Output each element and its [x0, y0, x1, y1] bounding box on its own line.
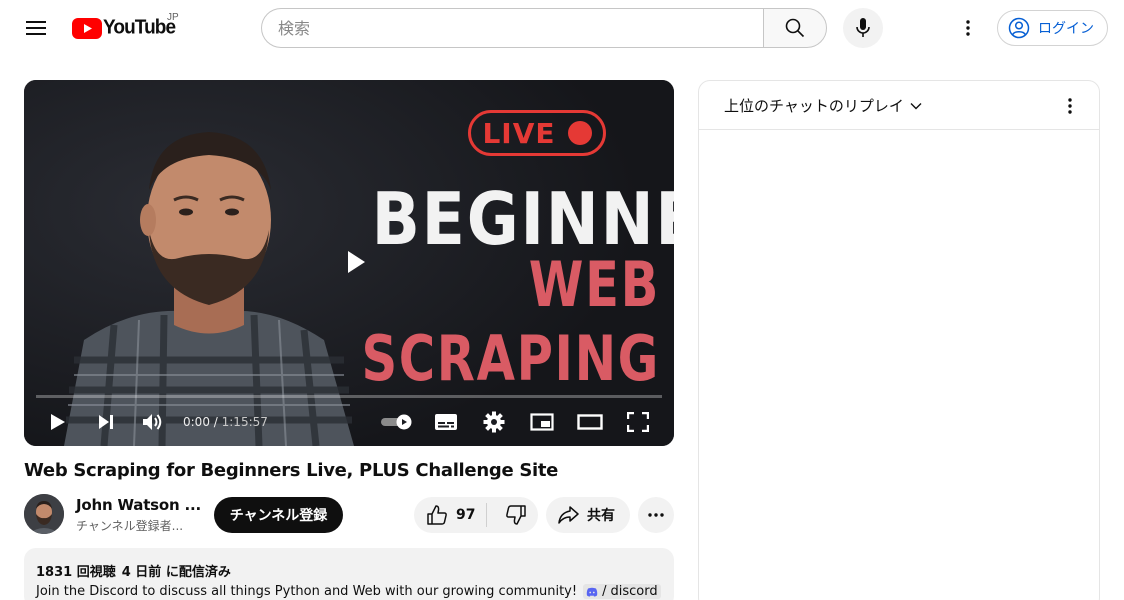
subscriber-count: チャンネル登録者... [76, 519, 184, 533]
settings-menu-button[interactable] [952, 12, 984, 44]
country-code: JP [167, 12, 179, 23]
video-player[interactable]: LIVE BEGINNER WEB SCRAPING 0:00 / 1:15:5… [24, 80, 674, 446]
live-badge-text: LIVE [482, 116, 556, 150]
miniplayer-button[interactable] [524, 402, 560, 442]
youtube-logo-icon [72, 17, 102, 39]
subscribe-button[interactable]: チャンネル登録 [214, 497, 343, 533]
search-input[interactable] [278, 18, 764, 38]
fullscreen-button[interactable] [620, 402, 656, 442]
share-button[interactable]: 共有 [546, 497, 630, 533]
player-controls: 0:00 / 1:15:57 [24, 402, 674, 442]
description-text: Join the Discord to discuss all things P… [36, 584, 578, 599]
stream-date: 4 日前 に配信済み [121, 565, 231, 580]
masthead: YouTube JP ログイン [0, 0, 1124, 56]
play-icon [51, 414, 65, 430]
like-count: 97 [456, 507, 476, 523]
live-dot-icon [567, 121, 592, 145]
play-button[interactable] [40, 402, 76, 442]
youtube-logo[interactable]: YouTube JP [72, 12, 179, 40]
search-icon [785, 18, 805, 38]
theater-mode-button[interactable] [572, 402, 608, 442]
microphone-icon [856, 18, 870, 37]
live-badge: LIVE [468, 110, 606, 156]
chat-mode-dropdown[interactable]: 上位のチャットのリプレイ [724, 95, 922, 116]
login-label: ログイン [1038, 21, 1094, 37]
thumbs-down-icon [506, 505, 526, 525]
discord-icon [586, 587, 598, 597]
view-count: 1831 回視聴 [36, 565, 116, 580]
share-label: 共有 [587, 508, 615, 524]
dislike-button[interactable] [494, 497, 538, 533]
logo-text: YouTube [103, 16, 176, 39]
more-horiz-icon [648, 513, 664, 517]
play-icon [348, 251, 365, 273]
skip-next-icon [99, 415, 113, 429]
login-button[interactable]: ログイン [997, 10, 1108, 46]
description-meta: 1831 回視聴 4 日前 に配信済み [36, 561, 662, 580]
volume-icon [143, 414, 162, 430]
live-chat-replay: 上位のチャットのリプレイ [698, 80, 1100, 600]
like-divider [486, 503, 487, 527]
time-display: 0:00 / 1:15:57 [183, 415, 268, 429]
share-icon [558, 506, 579, 524]
settings-button[interactable] [476, 402, 512, 442]
autoplay-toggle-icon [381, 414, 412, 430]
miniplayer-icon [530, 413, 554, 431]
progress-bar[interactable] [36, 395, 662, 398]
menu-icon[interactable] [20, 12, 52, 44]
thumbs-up-icon [427, 505, 447, 525]
channel-avatar[interactable] [24, 494, 64, 534]
search-box[interactable] [261, 8, 764, 48]
like-button[interactable]: 97 [414, 497, 486, 533]
description-box[interactable]: 1831 回視聴 4 日前 に配信済み Join the Discord to d… [24, 548, 674, 600]
like-dislike-group: 97 [414, 497, 538, 533]
account-icon [1008, 17, 1030, 39]
subtitles-icon [435, 414, 457, 430]
autoplay-toggle[interactable] [378, 402, 418, 442]
gear-icon [483, 411, 505, 433]
more-vert-icon [1068, 98, 1072, 114]
more-vert-icon [966, 20, 970, 36]
current-time: 0:00 [183, 415, 210, 429]
chat-more-button[interactable] [1055, 91, 1085, 121]
mute-button[interactable] [135, 402, 171, 442]
more-actions-button[interactable] [638, 497, 674, 533]
duration: 1:15:57 [221, 415, 268, 429]
video-title: Web Scraping for Beginners Live, PLUS Ch… [24, 460, 559, 481]
voice-search-button[interactable] [843, 8, 883, 48]
subtitles-button[interactable] [428, 402, 464, 442]
theater-mode-icon [577, 414, 603, 430]
description-text-line: Join the Discord to discuss all things P… [36, 584, 662, 599]
link-separator: / [602, 584, 607, 599]
discord-link-text: discord [610, 584, 658, 599]
next-button[interactable] [88, 402, 124, 442]
search-button[interactable] [763, 8, 827, 48]
chat-header: 上位のチャットのリプレイ [699, 81, 1099, 130]
discord-link[interactable]: / discord [583, 584, 661, 599]
chat-title: 上位のチャットのリプレイ [724, 97, 904, 115]
avatar-image [24, 494, 64, 534]
fullscreen-icon [627, 412, 649, 432]
chevron-down-icon [910, 102, 922, 109]
channel-name[interactable]: John Watson ... [76, 496, 201, 514]
large-play-button[interactable] [332, 242, 380, 282]
